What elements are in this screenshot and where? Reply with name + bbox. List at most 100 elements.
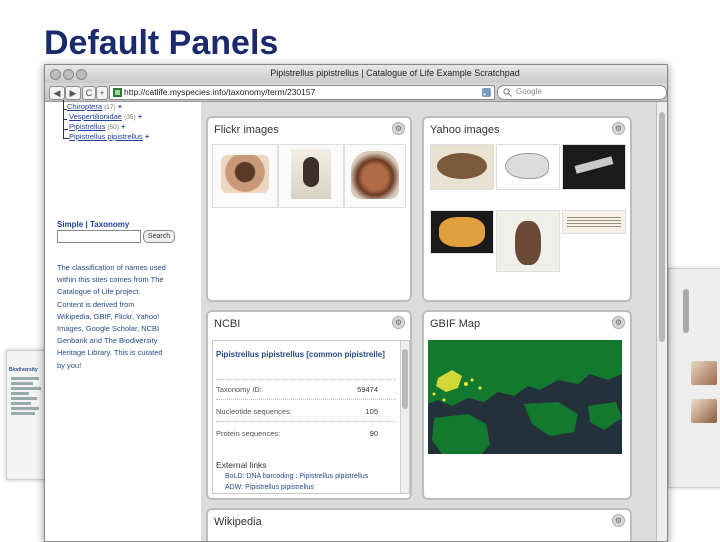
ncbi-scrollbar[interactable] [400, 341, 409, 493]
map-landmass-eurasia [428, 340, 622, 406]
tree-item-pipistrellus[interactable]: Pipistrellus (50) + [69, 122, 125, 131]
tab-taxonomy[interactable]: Taxonomy [90, 220, 129, 229]
gear-icon[interactable]: ⚙ [392, 122, 405, 135]
intro-line: Images, Google Scholar, NCBI [57, 324, 160, 334]
window-title: Pipistrellus pipistrellus | Catalogue of… [270, 68, 520, 78]
flickr-panel: Flickr images ⚙ [206, 116, 412, 302]
map-landmass-southeast [588, 402, 622, 430]
external-link-adw[interactable]: ADW: Pipistrellus pipistrellus [225, 484, 314, 491]
ncbi-row-taxonomy: Taxonomy ID: 59474 [216, 385, 378, 394]
tree-link[interactable]: Chiroptera [67, 102, 102, 111]
page-scrollbar[interactable] [656, 102, 667, 541]
rss-icon[interactable] [482, 88, 491, 97]
yahoo-image-4[interactable] [430, 210, 494, 254]
panel-title: Yahoo images [430, 124, 500, 136]
flickr-image-1[interactable] [212, 144, 278, 208]
intro-line: Content is derived from [57, 299, 135, 309]
search-icon [503, 88, 512, 97]
ncbi-row-label: Taxonomy ID: [216, 385, 262, 394]
browser-window: Pipistrellus pipistrellus | Catalogue of… [44, 64, 668, 542]
yahoo-image-1[interactable] [430, 144, 494, 190]
yahoo-panel: Yahoo images ⚙ [422, 116, 632, 302]
background-scrollbar [683, 289, 689, 333]
ncbi-scroll-area[interactable]: Pipistrellus pipistrellus [common pipist… [212, 340, 410, 494]
flickr-image-2[interactable] [278, 144, 344, 208]
ncbi-row-label: Nucleotide sequences: [216, 407, 292, 416]
ncbi-separator [216, 379, 396, 380]
tree-item-vespertilionidae[interactable]: Vespertilionidae (35) + [69, 112, 142, 121]
tree-item-chiroptera[interactable]: Chiroptera (17) + [67, 102, 122, 111]
reload-button[interactable]: C [82, 86, 96, 100]
background-line [11, 412, 35, 415]
intro-line: Heritage Library. This is curated [57, 348, 163, 358]
gear-icon[interactable]: ⚙ [612, 122, 625, 135]
gbif-map[interactable] [428, 340, 622, 454]
flying-bat-image [574, 156, 614, 174]
intro-line: by you! [57, 360, 82, 370]
taxonomy-search-button[interactable]: Search [143, 230, 175, 243]
bat-skull-image [505, 153, 549, 179]
background-line [11, 407, 39, 410]
document-image [567, 217, 621, 227]
tree-count: (50) [107, 124, 119, 131]
zoom-window-button[interactable] [76, 69, 87, 80]
map-occurrence-point [432, 392, 436, 396]
gear-icon[interactable]: ⚙ [392, 316, 405, 329]
gbif-map-svg [428, 340, 622, 454]
title-bar: Pipistrellus pipistrellus | Catalogue of… [45, 65, 667, 84]
minimize-window-button[interactable] [63, 69, 74, 80]
page-content: Chiroptera (17) + Vespertilionidae (35) … [45, 100, 667, 541]
intro-text: The classification of names used within … [57, 262, 189, 372]
external-link-bold[interactable]: BoLD: DNA barcoding : Pipistrellus pipis… [225, 473, 368, 480]
tree-item-pipistrellus-pipistrellus[interactable]: Pipistrellus pipistrellus + [69, 132, 149, 141]
bat-portrait-image [351, 151, 399, 199]
back-button[interactable]: ◀ [49, 86, 65, 100]
expand-icon[interactable]: + [118, 102, 122, 111]
ncbi-row-value: 105 [365, 407, 378, 416]
ncbi-scrollbar-thumb[interactable] [402, 349, 408, 409]
gear-icon[interactable]: ⚙ [612, 316, 625, 329]
intro-line: Genbank and The Biodiversity [57, 336, 158, 346]
yahoo-image-5[interactable] [496, 210, 560, 272]
map-occurrence-point [464, 382, 468, 386]
browser-toolbar: ◀ ▶ C + http://catlife.myspecies.info/ta… [45, 83, 667, 102]
bat-silhouette [303, 157, 319, 187]
web-search-box[interactable]: Google [497, 85, 667, 100]
background-line [11, 392, 29, 395]
forward-button[interactable]: ▶ [65, 86, 81, 100]
page-scrollbar-thumb[interactable] [659, 112, 665, 342]
address-bar[interactable]: http://catlife.myspecies.info/taxonomy/t… [109, 85, 495, 100]
tree-link[interactable]: Pipistrellus [69, 122, 105, 131]
ncbi-row-protein: Protein sequences: 90 [216, 429, 378, 438]
tree-link[interactable]: Pipistrellus pipistrellus [69, 132, 143, 141]
yahoo-image-2[interactable] [496, 144, 560, 190]
bat-in-hand-image [221, 155, 269, 193]
add-bookmark-button[interactable]: + [96, 86, 108, 100]
flickr-image-3[interactable] [344, 144, 406, 208]
taxonomy-search-input[interactable] [57, 230, 141, 243]
ncbi-separator [216, 399, 396, 400]
intro-line: Wikipedia, GBIF, Flickr, Yahoo! [57, 311, 160, 321]
expand-icon[interactable]: + [138, 112, 142, 121]
bat-skull-close-image [439, 217, 485, 247]
panel-title: NCBI [214, 318, 241, 330]
gear-icon[interactable]: ⚙ [612, 514, 625, 527]
close-window-button[interactable] [50, 69, 61, 80]
ncbi-row-value: 59474 [357, 385, 378, 394]
yahoo-image-6[interactable] [562, 210, 626, 234]
ncbi-row-label: Protein sequences: [216, 429, 281, 438]
tree-link[interactable]: Vespertilionidae [69, 112, 122, 121]
expand-icon[interactable]: + [121, 122, 125, 131]
gbif-panel: GBIF Map ⚙ [422, 310, 632, 500]
map-occurrence-point [470, 378, 474, 382]
panel-title: Wikipedia [214, 516, 262, 528]
intro-line: within this sites comes from The [57, 275, 164, 285]
background-window-right [668, 268, 720, 488]
yahoo-image-3[interactable] [562, 144, 626, 190]
tab-simple[interactable]: Simple [57, 220, 83, 229]
url-text: http://catlife.myspecies.info/taxonomy/t… [124, 87, 316, 97]
background-line [11, 387, 41, 390]
sidebar-tabs: Simple | Taxonomy [57, 220, 129, 229]
background-bat-thumbnail [691, 361, 717, 385]
expand-icon[interactable]: + [145, 132, 149, 141]
